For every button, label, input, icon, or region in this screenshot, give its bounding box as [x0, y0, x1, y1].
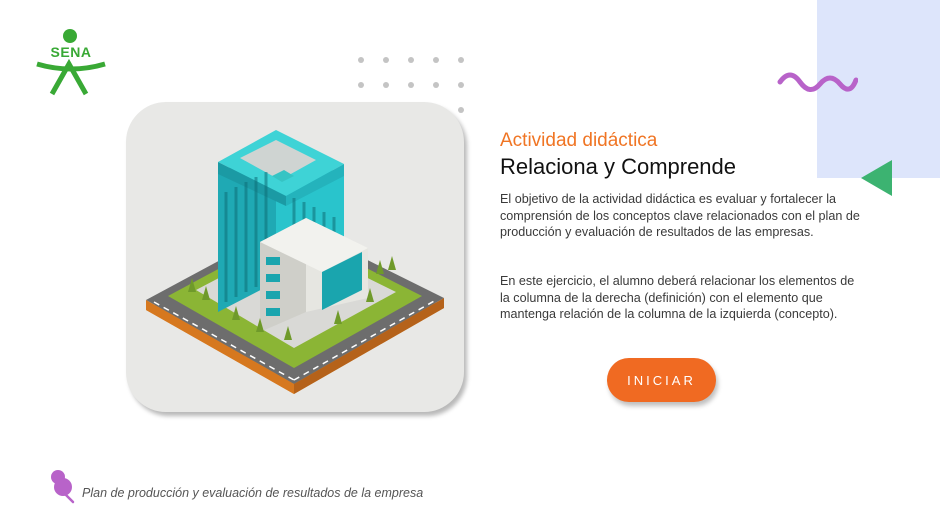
- sena-logo: SENA: [35, 28, 107, 98]
- objective-paragraph: El objetivo de la actividad didáctica es…: [500, 192, 860, 239]
- activity-kicker: Actividad didáctica: [500, 130, 658, 151]
- start-button[interactable]: INICIAR: [607, 358, 716, 402]
- instructions-paragraph: En este ejercicio, el alumno deberá rela…: [500, 274, 855, 321]
- sena-logo-icon: [36, 29, 106, 96]
- activity-title: Relaciona y Comprende: [500, 154, 737, 179]
- illustration-card: [126, 102, 464, 412]
- triangle-icon: [861, 160, 892, 196]
- pushpin-icon: [51, 470, 75, 504]
- logo-text: SENA: [50, 44, 92, 60]
- isometric-building-illustration: [146, 130, 444, 394]
- squiggle-icon: [777, 72, 858, 92]
- footer-course-title: Plan de producción y evaluación de resul…: [82, 486, 424, 500]
